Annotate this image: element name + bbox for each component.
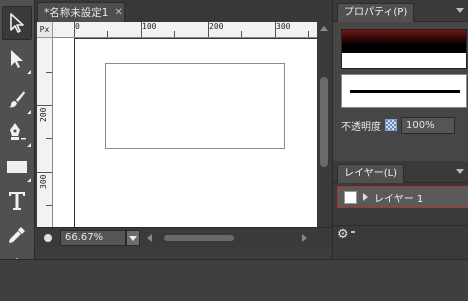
ruler-tick (46, 72, 52, 73)
stroke-preview[interactable] (341, 74, 467, 108)
text-icon (9, 192, 25, 210)
close-icon[interactable]: ✕ (114, 7, 122, 18)
gear-icon[interactable]: ⚙ (337, 227, 349, 242)
ruler-label: 300 (39, 174, 48, 189)
tools-toolbar (0, 0, 35, 264)
direct-selection-tool[interactable] (2, 42, 32, 76)
ruler-label: 100 (142, 22, 157, 31)
tool-submenu-indicator (27, 143, 31, 147)
ruler-tick (107, 31, 108, 37)
zoom-input[interactable]: 66.67% (60, 230, 126, 246)
zoom-dropdown-button[interactable] (126, 230, 140, 246)
layer-item[interactable]: レイヤー 1 (337, 186, 468, 208)
scroll-up-icon[interactable] (320, 26, 328, 31)
ruler-tick (46, 138, 52, 139)
ruler-tick (74, 22, 75, 37)
horizontal-scroll-thumb[interactable] (164, 235, 234, 241)
document-tab-title: *名称未設定1 (44, 7, 109, 19)
ruler-tick (241, 31, 242, 37)
ruler-label: 300 (276, 22, 291, 31)
fill-preview[interactable] (341, 29, 467, 69)
ruler-label: 200 (209, 22, 224, 31)
properties-panel-tab[interactable]: プロパティ(P) (337, 3, 415, 22)
opacity-row: 不透明度 100% (341, 116, 455, 134)
vertical-ruler[interactable]: 200 300 400 (37, 38, 53, 247)
ruler-tick (37, 172, 52, 173)
layer-name: レイヤー 1 (374, 193, 424, 205)
rectangle-icon (7, 161, 27, 173)
status-indicator-icon (44, 234, 52, 242)
scroll-right-icon[interactable] (302, 234, 307, 242)
tool-submenu-indicator (27, 110, 31, 114)
ruler-tick (37, 105, 52, 106)
direct-selection-arrow-icon (11, 50, 23, 68)
eyedropper-tool[interactable] (2, 218, 32, 252)
menu-indicator-icon (351, 231, 355, 233)
ruler-tick (275, 22, 276, 37)
opacity-label: 不透明度 (341, 121, 381, 133)
ruler-label: 0 (75, 22, 80, 31)
status-bar: 66.67% (37, 227, 332, 247)
ruler-tick (141, 22, 142, 37)
canvas-area[interactable]: Px 0 100 200 300 200 300 400 (37, 22, 317, 247)
page-boundary (75, 38, 317, 39)
expand-arrow-icon[interactable] (363, 193, 368, 201)
properties-panel-header: プロパティ(P) (333, 0, 468, 22)
scroll-thumb[interactable] (320, 77, 328, 167)
stroke-line (350, 90, 460, 93)
horizontal-ruler[interactable]: 0 100 200 300 (53, 22, 317, 38)
ruler-tick (46, 205, 52, 206)
pen-tool[interactable] (2, 115, 32, 149)
pen-icon (10, 123, 26, 140)
text-tool[interactable] (2, 184, 32, 218)
layers-panel-footer: ⚙ (333, 225, 468, 243)
document-tabbar: *名称未設定1 ✕ (35, 0, 361, 22)
selection-tool[interactable] (2, 6, 32, 40)
rectangle-shape[interactable] (105, 63, 285, 149)
document-tab[interactable]: *名称未設定1 ✕ (37, 2, 125, 22)
tool-submenu-indicator (27, 178, 31, 182)
page-boundary (74, 38, 75, 247)
ruler-tick (308, 31, 309, 37)
layers-panel-header: レイヤー(L) (333, 161, 468, 183)
ruler-tick (208, 22, 209, 37)
chevron-down-icon[interactable] (456, 8, 464, 13)
bottom-dock (0, 259, 468, 301)
opacity-icon (385, 119, 397, 131)
right-panel-dock: プロパティ(P) 不透明度 100% レイヤー(L) レイヤー 1 ⚙ (332, 0, 468, 259)
vertical-scrollbar[interactable] (317, 22, 332, 247)
ruler-unit-label[interactable]: Px (37, 22, 53, 38)
chevron-down-icon[interactable] (456, 169, 464, 174)
rectangle-tool[interactable] (2, 150, 32, 184)
chevron-down-icon (129, 235, 137, 241)
tool-submenu-indicator (27, 70, 31, 74)
brush-icon (9, 91, 25, 108)
eyedropper-icon (9, 227, 25, 243)
ruler-label: 200 (39, 107, 48, 122)
selection-arrow-icon (10, 13, 24, 33)
scroll-left-icon[interactable] (147, 234, 152, 242)
layer-thumbnail (344, 190, 357, 204)
brush-tool[interactable] (2, 82, 32, 116)
opacity-input[interactable]: 100% (401, 116, 455, 134)
ruler-tick (174, 31, 175, 37)
layers-panel-tab[interactable]: レイヤー(L) (337, 164, 405, 183)
